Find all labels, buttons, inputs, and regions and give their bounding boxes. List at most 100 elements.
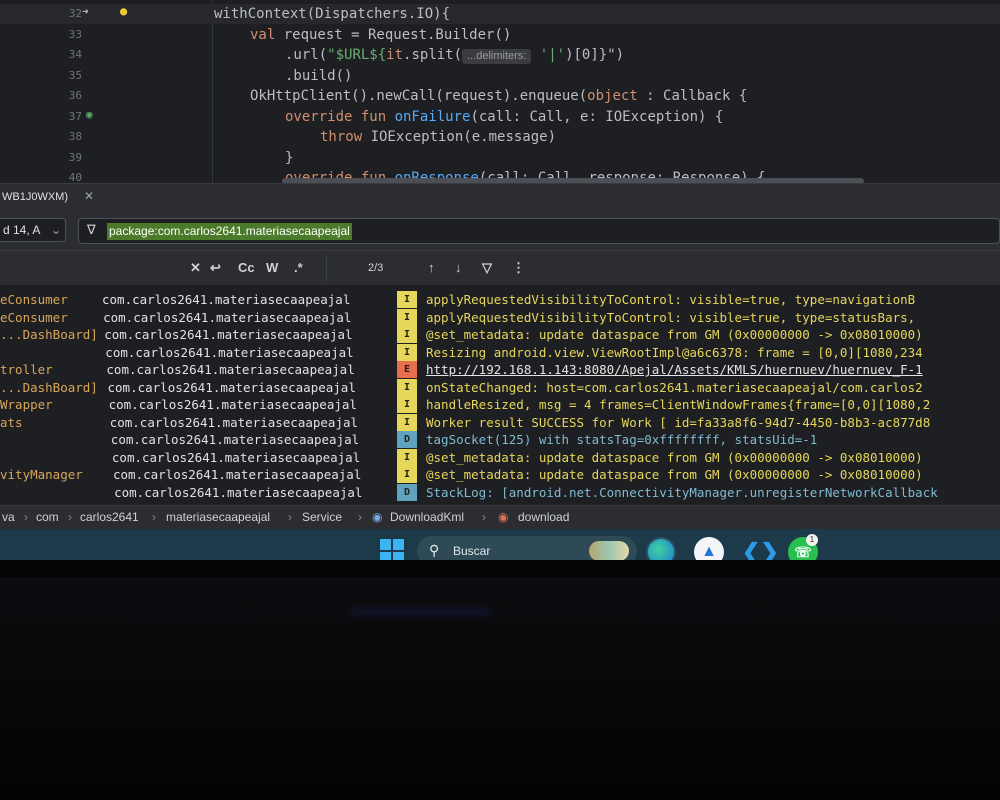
log-level-badge: I	[397, 378, 417, 396]
code-text: override fun onFailure(call: Call, e: IO…	[285, 108, 724, 125]
log-message: @set_metadata: update dataspace from GM …	[426, 327, 923, 342]
edge-icon[interactable]	[646, 537, 676, 560]
log-package: com.carlos2641.materiasecaapeajal	[113, 467, 362, 482]
logcat-tab[interactable]: WB1J0WXM)	[2, 191, 68, 203]
code-line: 35 .build()	[0, 66, 1000, 86]
arrow-icon: ➜	[82, 5, 89, 18]
code-text: }	[285, 149, 294, 166]
log-package: com.carlos2641.materiasecaapeajal	[108, 397, 357, 412]
soft-wrap-icon[interactable]: ↩	[210, 260, 221, 276]
code-text: .build()	[285, 67, 353, 84]
log-package: com.carlos2641.materiasecaapeajal	[109, 414, 359, 430]
log-message: Resizing android.view.ViewRootImpl@a6c63…	[426, 344, 923, 360]
windows-taskbar: ⚲ Buscar ▲ ❮❯ ☏ 1	[0, 529, 1000, 560]
log-level-badge: I	[397, 343, 417, 361]
arrow-up-icon[interactable]: ↑	[428, 260, 435, 275]
code-line: 39}	[0, 148, 1000, 168]
override-icon[interactable]: ◉	[86, 108, 93, 121]
chevron-right-icon: ›	[24, 510, 28, 524]
search-icon: ⚲	[429, 542, 440, 558]
breadcrumb-item[interactable]: materiasecaapeajal	[166, 510, 270, 524]
code-text: withContext(Dispatchers.IO){	[214, 6, 451, 22]
taskbar-search[interactable]: ⚲ Buscar	[417, 536, 637, 560]
filter-icon: ∇	[87, 222, 96, 237]
code-line: 33 val request = Request.Builder()	[0, 25, 1000, 45]
breadcrumb-item[interactable]: com	[36, 510, 59, 524]
log-tag: ...DashBoard]	[0, 379, 98, 395]
close-icon[interactable]: ✕	[84, 189, 94, 203]
log-tag	[0, 449, 100, 466]
code-line: 32 withContext(Dispatchers.IO){	[0, 4, 1000, 24]
clear-icon[interactable]: ✕	[190, 260, 201, 276]
log-package: com.carlos2641.materiasecaapeajal	[102, 292, 351, 307]
log-level-badge: D	[397, 431, 417, 448]
line-number: 35	[68, 68, 82, 82]
log-message: onStateChanged: host=com.carlos2641.mate…	[426, 379, 923, 395]
log-message: applyRequestedVisibilityToControl: visib…	[426, 309, 916, 325]
log-message: StackLog: [android.net.ConnectivityManag…	[426, 484, 938, 500]
chevron-down-icon: ⌄	[50, 223, 61, 237]
log-message: @set_metadata: update dataspace from GM …	[426, 467, 923, 482]
log-message: tagSocket(125) with statsTag=0xffffffff,…	[426, 432, 818, 447]
breadcrumb-item[interactable]: carlos2641	[80, 510, 139, 524]
code-text: OkHttpClient().newCall(request).enqueue(…	[250, 88, 748, 104]
logcat-output[interactable]: eConsumer com.carlos2641.materiasecaapeaj…	[0, 285, 1000, 505]
filter-icon[interactable]: ▽	[482, 260, 492, 276]
log-message: Worker result SUCCESS for Work [ id=fa33…	[426, 414, 931, 430]
code-editor[interactable]: 32 withContext(Dispatchers.IO){ 33 val requ…	[0, 0, 1000, 186]
code-line: 36 OkHttpClient().newCall(request).enqueu…	[0, 86, 1000, 106]
chevron-right-icon: ›	[288, 510, 292, 524]
chevron-right-icon: ›	[68, 510, 72, 524]
log-level-badge: I	[397, 448, 417, 466]
log-tag	[0, 344, 100, 361]
log-package: com.carlos2641.materiasecaapeajal	[105, 344, 354, 360]
device-select-value: d 14, A	[3, 223, 41, 237]
app-store-icon[interactable]: ▲	[694, 537, 724, 560]
log-tag	[0, 484, 100, 501]
device-select[interactable]: d 14, A ⌄	[0, 218, 66, 242]
log-message: @set_metadata: update dataspace from GM …	[426, 449, 923, 465]
search-label: Buscar	[453, 544, 491, 558]
class-icon: ◉	[372, 510, 383, 524]
log-tag	[0, 431, 100, 448]
log-tag: Wrapper	[0, 397, 53, 412]
arrow-down-icon[interactable]: ↓	[455, 260, 462, 275]
regex-button[interactable]: .*	[294, 260, 303, 275]
vscode-icon[interactable]: ❮❯	[742, 537, 779, 560]
monitor-bezel	[0, 577, 1000, 800]
log-level-badge: I	[397, 291, 417, 308]
code-text: throw IOException(e.message)	[320, 129, 557, 145]
match-count: 2/3	[368, 262, 384, 274]
log-level-badge: I	[397, 396, 417, 413]
code-text: .url("$URL${it.split(...delimiters: '|')…	[285, 47, 625, 64]
breadcrumb: va › com › carlos2641 › materiasecaapeaj…	[0, 505, 1000, 529]
log-package: com.carlos2641.materiasecaapeajal	[106, 362, 355, 377]
windows-start-icon[interactable]	[380, 539, 404, 560]
line-number: 38	[68, 130, 82, 143]
log-package: com.carlos2641.materiasecaapeajal	[111, 449, 361, 465]
log-message-link[interactable]: http://192.168.1.143:8080/Apejal/Assets/…	[426, 361, 1000, 378]
match-case-button[interactable]: Cc	[238, 260, 255, 275]
code-text: val request = Request.Builder()	[250, 26, 512, 43]
log-level-badge: D	[397, 483, 417, 501]
breadcrumb-item[interactable]: va	[2, 510, 15, 524]
log-level-badge: I	[397, 326, 417, 343]
logcat-filter-input[interactable]: ∇ package:com.carlos2641.materiasecaapea…	[78, 218, 1000, 244]
log-tag: vityManager	[0, 467, 83, 482]
lightbulb-icon[interactable]: ●	[120, 4, 127, 18]
method-icon: ◉	[498, 510, 509, 524]
breadcrumb-item[interactable]: Service	[302, 510, 342, 524]
logcat-toolbar: ✕ ↩ Cc W .* 2/3 ↑ ↓ ▽ ⋮	[0, 251, 1000, 285]
log-package: com.carlos2641.materiasecaapeajal	[104, 327, 353, 342]
log-message: applyRequestedVisibilityToControl: visib…	[426, 292, 916, 307]
whole-word-button[interactable]: W	[266, 260, 278, 275]
chevron-right-icon: ›	[482, 510, 486, 524]
breadcrumb-item[interactable]: DownloadKml	[390, 510, 464, 524]
line-number: 36	[68, 89, 82, 102]
line-number: 34	[68, 48, 82, 61]
line-number: 32	[68, 7, 82, 20]
more-options-icon[interactable]: ⋮	[512, 260, 525, 276]
breadcrumb-item[interactable]: download	[518, 510, 569, 524]
log-tag: eConsumer	[0, 292, 68, 307]
logcat-filter-bar: d 14, A ⌄ ∇ package:com.carlos2641.mater…	[0, 211, 1000, 251]
